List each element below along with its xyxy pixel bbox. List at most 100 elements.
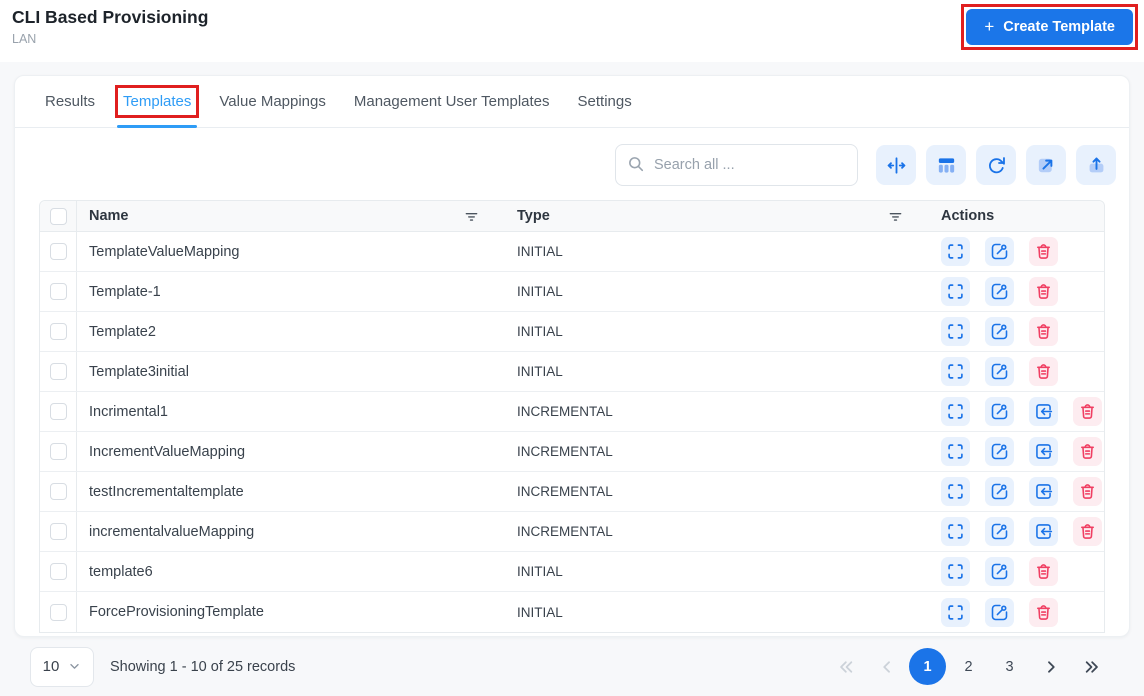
table-row: Template2 INITIAL [40,312,1104,352]
select-all-checkbox[interactable] [49,207,67,225]
name-cell: testIncrementaltemplate [77,472,507,511]
page-title: CLI Based Provisioning [12,7,209,27]
import-button[interactable] [1029,517,1058,546]
edit-button[interactable] [985,557,1014,586]
row-checkbox[interactable] [49,603,67,621]
last-page-button[interactable] [1073,648,1110,685]
edit-button[interactable] [985,517,1014,546]
name-cell: Incrimental1 [77,392,507,431]
actions-cell [931,312,1104,351]
table-row: template6 INITIAL [40,552,1104,592]
row-checkbox-cell [40,592,77,632]
template-name: Template3initial [89,363,189,380]
row-checkbox[interactable] [49,403,67,420]
type-cell: INCREMENTAL [507,512,931,551]
type-cell: INITIAL [507,312,931,351]
template-type: INCREMENTAL [517,524,613,539]
expand-button[interactable] [941,237,970,266]
delete-button[interactable] [1073,437,1102,466]
actions-cell [931,552,1104,591]
edit-button[interactable] [985,317,1014,346]
column-header-actions: Actions [941,208,995,224]
filter-icon[interactable] [886,207,905,226]
delete-button[interactable] [1073,477,1102,506]
page-button-3[interactable]: 3 [991,648,1028,685]
template-name: ForceProvisioningTemplate [89,604,264,620]
tab-results[interactable]: Results [45,76,95,127]
table-row: TemplateValueMapping INITIAL [40,232,1104,272]
name-cell: Template3initial [77,352,507,391]
import-button[interactable] [1029,477,1058,506]
tab-value-mappings[interactable]: Value Mappings [219,76,325,127]
delete-button[interactable] [1029,357,1058,386]
next-page-button[interactable] [1032,648,1069,685]
trash-icon [1033,321,1054,342]
delete-button[interactable] [1073,517,1102,546]
columns-button[interactable] [926,145,966,185]
delete-button[interactable] [1073,397,1102,426]
row-checkbox[interactable] [49,443,67,460]
search-input[interactable] [615,144,858,186]
table-row: Template-1 INITIAL [40,272,1104,312]
expand-icon [945,241,966,262]
tab-management-user-templates[interactable]: Management User Templates [354,76,550,127]
tab-label: Results [45,93,96,110]
page-size-value: 10 [42,658,60,675]
type-cell: INITIAL [507,232,931,271]
header-checkbox-cell [40,201,77,231]
tab-label: Value Mappings [219,93,326,110]
row-checkbox[interactable] [49,283,67,300]
page-size-select[interactable]: 10 [30,646,94,687]
edit-button[interactable] [985,237,1014,266]
upload-button[interactable] [1076,145,1116,185]
delete-button[interactable] [1029,237,1058,266]
delete-button[interactable] [1029,557,1058,586]
expand-button[interactable] [941,277,970,306]
tab-label: Management User Templates [353,93,550,110]
tab-settings[interactable]: Settings [578,76,632,127]
row-checkbox-cell [40,552,77,591]
edit-button[interactable] [985,277,1014,306]
expand-icon [945,481,966,502]
records-summary: Showing 1 - 10 of 25 records [110,658,296,675]
expand-button[interactable] [941,597,970,627]
edit-button[interactable] [985,357,1014,386]
expand-button[interactable] [941,557,970,586]
delete-button[interactable] [1029,317,1058,346]
import-button[interactable] [1029,397,1058,426]
tab-templates[interactable]: Templates [114,76,200,128]
delete-button[interactable] [1029,597,1058,627]
delete-button[interactable] [1029,277,1058,306]
pag-next-icon [1040,656,1062,678]
expand-button[interactable] [941,357,970,386]
refresh-button[interactable] [976,145,1016,185]
import-button[interactable] [1029,437,1058,466]
edit-button[interactable] [985,597,1014,627]
filter-icon[interactable] [462,207,481,226]
row-checkbox[interactable] [49,523,67,540]
expand-button[interactable] [941,517,970,546]
expand-button[interactable] [941,317,970,346]
create-template-button[interactable]: + Create Template [966,9,1133,45]
row-checkbox[interactable] [49,563,67,580]
row-checkbox[interactable] [49,363,67,380]
expand-button[interactable] [941,437,970,466]
trash-icon [1033,361,1054,382]
edit-button[interactable] [985,397,1014,426]
table-body: TemplateValueMapping INITIAL Template-1 INI… [40,232,1104,632]
open-external-button[interactable] [1026,145,1066,185]
page-button-1[interactable]: 1 [909,648,946,685]
page-button-2[interactable]: 2 [950,648,987,685]
column-resize-button[interactable] [876,145,916,185]
edit-button[interactable] [985,477,1014,506]
row-checkbox[interactable] [49,323,67,340]
expand-button[interactable] [941,397,970,426]
template-name: testIncrementaltemplate [89,483,244,500]
expand-button[interactable] [941,477,970,506]
open-external-icon [1035,154,1058,177]
create-template-label: Create Template [1003,19,1115,35]
edit-button[interactable] [985,437,1014,466]
row-checkbox[interactable] [49,243,67,260]
row-checkbox[interactable] [49,483,67,500]
expand-icon [945,521,966,542]
